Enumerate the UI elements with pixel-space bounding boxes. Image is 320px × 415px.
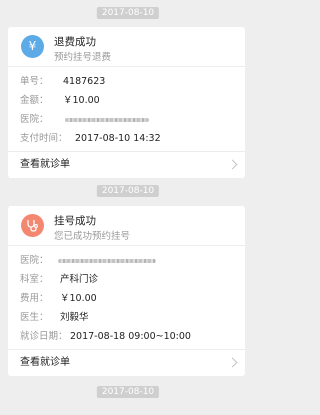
amount-label: 金额： xyxy=(20,95,49,106)
department-row: 科室： 产科门诊 xyxy=(8,270,245,289)
visit-date-label: 就诊日期： xyxy=(20,331,68,342)
department-value: 产科门诊 xyxy=(60,274,99,285)
detail-list: 单号： 4187623 金额： ￥10.00 医院： 支付时间： 2017-08… xyxy=(8,67,245,152)
view-visit-record-label: 查看就诊单 xyxy=(20,357,70,368)
order-number-label: 单号： xyxy=(20,76,49,87)
registration-message-card: 挂号成功 您已成功预约挂号 医院： 科室： 产科门诊 费用： ￥10.00 医生… xyxy=(8,206,245,376)
date-separator: 2017-08-10 xyxy=(96,7,160,19)
pay-time-label: 支付时间： xyxy=(20,133,68,144)
chevron-right-icon xyxy=(227,159,238,170)
card-title: 退费成功 xyxy=(54,36,96,48)
fee-label: 费用： xyxy=(20,293,49,304)
card-subtitle: 预约挂号退费 xyxy=(54,52,112,63)
doctor-label: 医生： xyxy=(20,312,49,323)
hospital-label: 医院： xyxy=(20,114,49,125)
card-title: 挂号成功 xyxy=(54,215,96,227)
pay-time-row: 支付时间： 2017-08-10 14:32 xyxy=(8,129,245,148)
card-header: 挂号成功 您已成功预约挂号 xyxy=(8,206,245,246)
order-number-row: 单号： 4187623 xyxy=(8,72,245,91)
doctor-value: 刘毅华 xyxy=(60,312,89,323)
redacted-hospital-value xyxy=(65,118,149,122)
amount-row: 金额： ￥10.00 xyxy=(8,91,245,110)
view-visit-record-link[interactable]: 查看就诊单 xyxy=(8,152,245,178)
pay-time-value: 2017-08-10 14:32 xyxy=(75,133,161,144)
doctor-row: 医生： 刘毅华 xyxy=(8,308,245,327)
hospital-label: 医院： xyxy=(20,255,49,266)
fee-value: ￥10.00 xyxy=(60,293,97,304)
amount-value: ￥10.00 xyxy=(63,95,100,106)
hospital-row: 医院： xyxy=(8,251,245,270)
refund-message-card: ¥ 退费成功 预约挂号退费 单号： 4187623 金额： ￥10.00 医院：… xyxy=(8,27,245,178)
department-label: 科室： xyxy=(20,274,49,285)
card-subtitle: 您已成功预约挂号 xyxy=(54,231,131,242)
order-number-value: 4187623 xyxy=(63,76,106,87)
visit-date-value: 2017-08-18 09:00~10:00 xyxy=(70,331,191,342)
visit-date-row: 就诊日期： 2017-08-18 09:00~10:00 xyxy=(8,327,245,346)
card-header: ¥ 退费成功 预约挂号退费 xyxy=(8,27,245,67)
chevron-right-icon xyxy=(227,357,238,368)
date-separator: 2017-08-10 xyxy=(96,185,160,197)
hospital-row: 医院： xyxy=(8,110,245,129)
view-visit-record-label: 查看就诊单 xyxy=(20,159,70,170)
fee-row: 费用： ￥10.00 xyxy=(8,289,245,308)
redacted-hospital-value xyxy=(58,259,156,263)
date-separator: 2017-08-10 xyxy=(96,386,160,398)
view-visit-record-link[interactable]: 查看就诊单 xyxy=(8,350,245,376)
yen-icon: ¥ xyxy=(21,35,44,58)
stethoscope-icon xyxy=(21,214,44,237)
detail-list: 医院： 科室： 产科门诊 费用： ￥10.00 医生： 刘毅华 就诊日期： 20… xyxy=(8,246,245,350)
